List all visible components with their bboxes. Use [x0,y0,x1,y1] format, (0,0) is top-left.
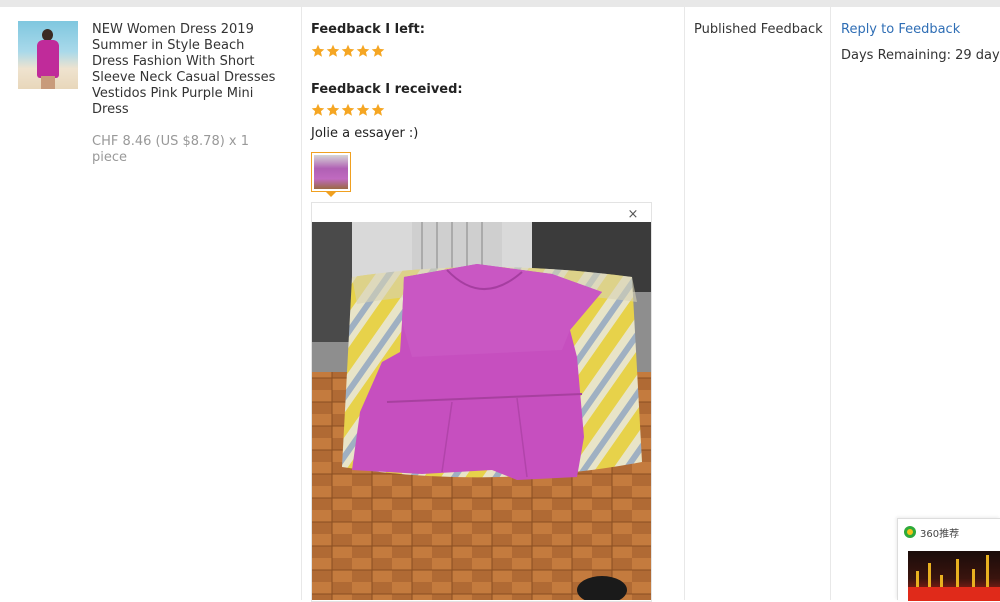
ad-widget[interactable]: 360推荐 [897,518,1000,601]
ad-banner-band [908,587,1000,601]
star-icon [371,103,385,116]
feedback-comment: Jolie a essayer :) [311,126,419,141]
star-icon [356,103,370,116]
column-divider [830,7,831,600]
feedback-received-label: Feedback I received: [311,82,463,97]
review-photo-thumbnail-image [314,155,348,189]
star-icon [326,103,340,116]
column-divider [301,7,302,600]
close-icon[interactable]: × [626,207,640,222]
star-icon [311,44,325,57]
360-logo-icon [904,526,916,538]
star-icon [326,44,340,57]
product-thumbnail[interactable] [18,21,78,89]
ad-image[interactable] [908,551,1000,601]
review-photo-large [312,222,651,600]
column-divider [684,7,685,600]
feedback-received-stars [311,103,385,117]
star-icon [341,103,355,116]
thumbnail-caret-icon [326,192,336,197]
dress-shape [37,40,59,78]
star-icon [341,44,355,57]
feedback-left-stars [311,44,385,58]
product-price: CHF 8.46 (US $8.78) x 1 piece [92,134,250,165]
star-icon [311,103,325,116]
star-icon [371,44,385,57]
days-remaining-text: Days Remaining: 29 days [841,48,1000,63]
ad-label: 360推荐 [920,529,960,540]
feedback-left-label: Feedback I left: [311,22,425,37]
review-photo-thumbnail[interactable] [311,152,351,192]
top-divider-strip [0,0,1000,7]
star-icon [356,44,370,57]
published-feedback-status: Published Feedback [694,22,823,37]
model-legs [41,76,55,89]
product-title[interactable]: NEW Women Dress 2019 Summer in Style Bea… [92,22,282,118]
reply-to-feedback-link[interactable]: Reply to Feedback [841,22,960,37]
